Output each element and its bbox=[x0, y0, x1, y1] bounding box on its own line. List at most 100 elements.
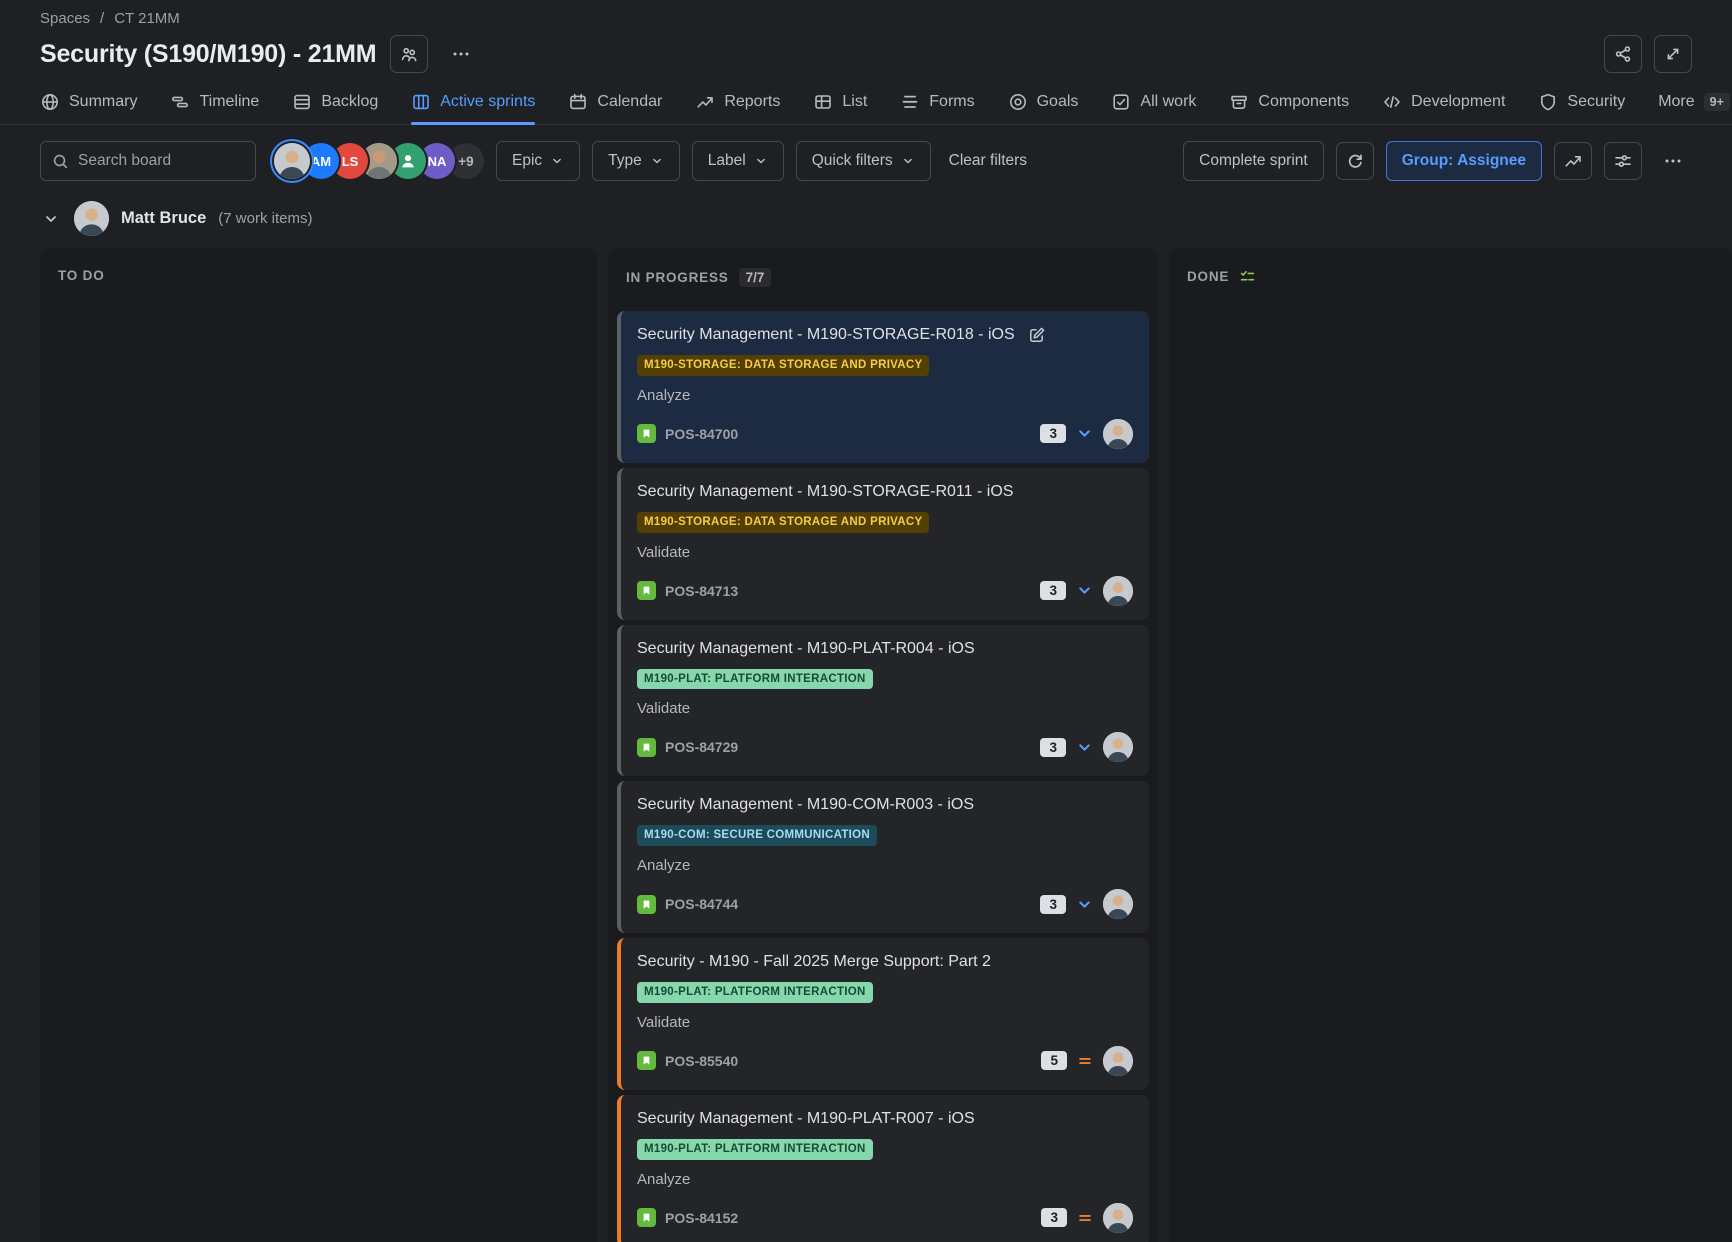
card-status: Validate bbox=[637, 699, 1133, 718]
label-filter-button[interactable]: Label bbox=[692, 141, 784, 181]
breadcrumb-spaces[interactable]: Spaces bbox=[40, 10, 90, 27]
tab-label: Calendar bbox=[597, 93, 662, 111]
epic-label-badge[interactable]: M190-STORAGE: DATA STORAGE AND PRIVACY bbox=[637, 355, 929, 376]
card-key[interactable]: POS-84152 bbox=[665, 1210, 738, 1226]
epic-label-badge[interactable]: M190-COM: SECURE COMMUNICATION bbox=[637, 825, 877, 846]
card-key[interactable]: POS-85540 bbox=[665, 1053, 738, 1069]
line-chart-icon bbox=[1563, 151, 1583, 171]
chevron-down-icon[interactable] bbox=[1076, 896, 1093, 913]
tab-timeline[interactable]: Timeline bbox=[170, 79, 259, 124]
card-status: Analyze bbox=[637, 856, 1133, 875]
epic-label-badge[interactable]: M190-PLAT: PLATFORM INTERACTION bbox=[637, 669, 873, 690]
tab-label: Summary bbox=[69, 93, 137, 111]
insights-button[interactable] bbox=[1554, 142, 1592, 180]
card-assignee-avatar[interactable] bbox=[1103, 732, 1133, 762]
chevron-down-icon[interactable] bbox=[1076, 425, 1093, 442]
board-card[interactable]: Security Management - M190-STORAGE-R018 … bbox=[617, 311, 1149, 463]
search-icon bbox=[51, 152, 70, 171]
filter-bar: AM LS NA +9 Epic Type Label Quick filter… bbox=[0, 125, 1732, 181]
complete-sprint-button[interactable]: Complete sprint bbox=[1183, 141, 1324, 181]
epic-label-badge[interactable]: M190-STORAGE: DATA STORAGE AND PRIVACY bbox=[637, 512, 929, 533]
tab-reports[interactable]: Reports bbox=[695, 79, 780, 124]
search-input[interactable] bbox=[78, 152, 245, 170]
board-card[interactable]: Security Management - M190-STORAGE-R011 … bbox=[617, 468, 1149, 620]
type-filter-button[interactable]: Type bbox=[592, 141, 680, 181]
tab-summary[interactable]: Summary bbox=[40, 79, 137, 124]
title-more-button[interactable] bbox=[442, 35, 480, 73]
chevron-down-icon bbox=[901, 154, 915, 168]
card-key[interactable]: POS-84700 bbox=[665, 426, 738, 442]
card-title: Security Management - M190-COM-R003 - iO… bbox=[637, 795, 974, 815]
quick-filters-button[interactable]: Quick filters bbox=[796, 141, 931, 181]
card-title: Security Management - M190-PLAT-R004 - i… bbox=[637, 639, 975, 659]
board-card[interactable]: Security Management - M190-PLAT-R007 - i… bbox=[617, 1095, 1149, 1242]
collapse-group-button[interactable] bbox=[40, 208, 62, 230]
tab-bar: Summary Timeline Backlog Active sprints … bbox=[0, 79, 1732, 125]
card-title: Security Management - M190-STORAGE-R018 … bbox=[637, 325, 1015, 345]
tab-calendar[interactable]: Calendar bbox=[568, 79, 662, 124]
board-card[interactable]: Security - M190 - Fall 2025 Merge Suppor… bbox=[617, 938, 1149, 1090]
board-card[interactable]: Security Management - M190-COM-R003 - iO… bbox=[617, 781, 1149, 933]
button-label: Quick filters bbox=[812, 152, 893, 170]
card-key[interactable]: POS-84713 bbox=[665, 583, 738, 599]
checklist-icon bbox=[1239, 268, 1256, 285]
card-assignee-avatar[interactable] bbox=[1103, 419, 1133, 449]
epic-filter-button[interactable]: Epic bbox=[496, 141, 580, 181]
tab-label: Forms bbox=[929, 93, 974, 111]
chevron-down-icon bbox=[754, 154, 768, 168]
board-card[interactable]: Security Management - M190-PLAT-R004 - i… bbox=[617, 625, 1149, 777]
epic-label-badge[interactable]: M190-PLAT: PLATFORM INTERACTION bbox=[637, 1139, 873, 1160]
more-count-badge: 9+ bbox=[1704, 93, 1730, 111]
expand-icon bbox=[1663, 44, 1683, 64]
tab-list[interactable]: List bbox=[813, 79, 867, 124]
chevron-down-icon[interactable] bbox=[1076, 739, 1093, 756]
card-key[interactable]: POS-84744 bbox=[665, 896, 738, 912]
card-assignee-avatar[interactable] bbox=[1103, 576, 1133, 606]
tab-forms[interactable]: Forms bbox=[900, 79, 974, 124]
card-assignee-avatar[interactable] bbox=[1103, 1203, 1133, 1233]
board-more-button[interactable] bbox=[1654, 142, 1692, 180]
chevron-down-icon[interactable] bbox=[1076, 582, 1093, 599]
breadcrumb-project[interactable]: CT 21MM bbox=[114, 10, 180, 27]
assignee-group-row: Matt Bruce (7 work items) bbox=[0, 181, 1732, 236]
components-icon bbox=[1229, 92, 1249, 112]
ellipsis-icon bbox=[451, 44, 471, 64]
tab-label: Security bbox=[1567, 93, 1625, 111]
button-label: Label bbox=[708, 152, 746, 170]
estimate-badge: 5 bbox=[1041, 1051, 1067, 1070]
tab-label: Development bbox=[1411, 93, 1505, 111]
share-button[interactable] bbox=[1604, 35, 1642, 73]
target-icon bbox=[1008, 92, 1028, 112]
assignee-name: Matt Bruce bbox=[121, 209, 206, 228]
tab-backlog[interactable]: Backlog bbox=[292, 79, 378, 124]
button-label: Group: Assignee bbox=[1402, 152, 1526, 170]
tab-more[interactable]: More 9+ bbox=[1658, 79, 1730, 124]
clear-filters-button[interactable]: Clear filters bbox=[943, 152, 1033, 170]
tab-security[interactable]: Security bbox=[1538, 79, 1625, 124]
epic-label-badge[interactable]: M190-PLAT: PLATFORM INTERACTION bbox=[637, 982, 873, 1003]
ellipsis-icon bbox=[1663, 151, 1683, 171]
tab-components[interactable]: Components bbox=[1229, 79, 1349, 124]
breadcrumb: Spaces / CT 21MM bbox=[0, 0, 1732, 27]
fullscreen-button[interactable] bbox=[1654, 35, 1692, 73]
avatar-user-photo[interactable] bbox=[274, 143, 310, 179]
assignee-avatar-stack: AM LS NA +9 bbox=[274, 143, 484, 179]
card-status: Validate bbox=[637, 543, 1133, 562]
tab-goals[interactable]: Goals bbox=[1008, 79, 1079, 124]
group-by-button[interactable]: Group: Assignee bbox=[1386, 141, 1542, 181]
tab-all-work[interactable]: All work bbox=[1111, 79, 1196, 124]
tab-development[interactable]: Development bbox=[1382, 79, 1505, 124]
button-label: Complete sprint bbox=[1199, 152, 1308, 170]
board-people-button[interactable] bbox=[390, 35, 428, 73]
chevron-down-icon bbox=[650, 154, 664, 168]
card-assignee-avatar[interactable] bbox=[1103, 1046, 1133, 1076]
edit-icon[interactable] bbox=[1027, 325, 1047, 345]
tab-active-sprints[interactable]: Active sprints bbox=[411, 79, 535, 124]
card-assignee-avatar[interactable] bbox=[1103, 889, 1133, 919]
sprint-sync-button[interactable] bbox=[1336, 142, 1374, 180]
assignee-work-item-count: (7 work items) bbox=[218, 210, 312, 227]
person-icon bbox=[398, 151, 418, 171]
view-settings-button[interactable] bbox=[1604, 142, 1642, 180]
card-status: Validate bbox=[637, 1013, 1133, 1032]
card-key[interactable]: POS-84729 bbox=[665, 739, 738, 755]
